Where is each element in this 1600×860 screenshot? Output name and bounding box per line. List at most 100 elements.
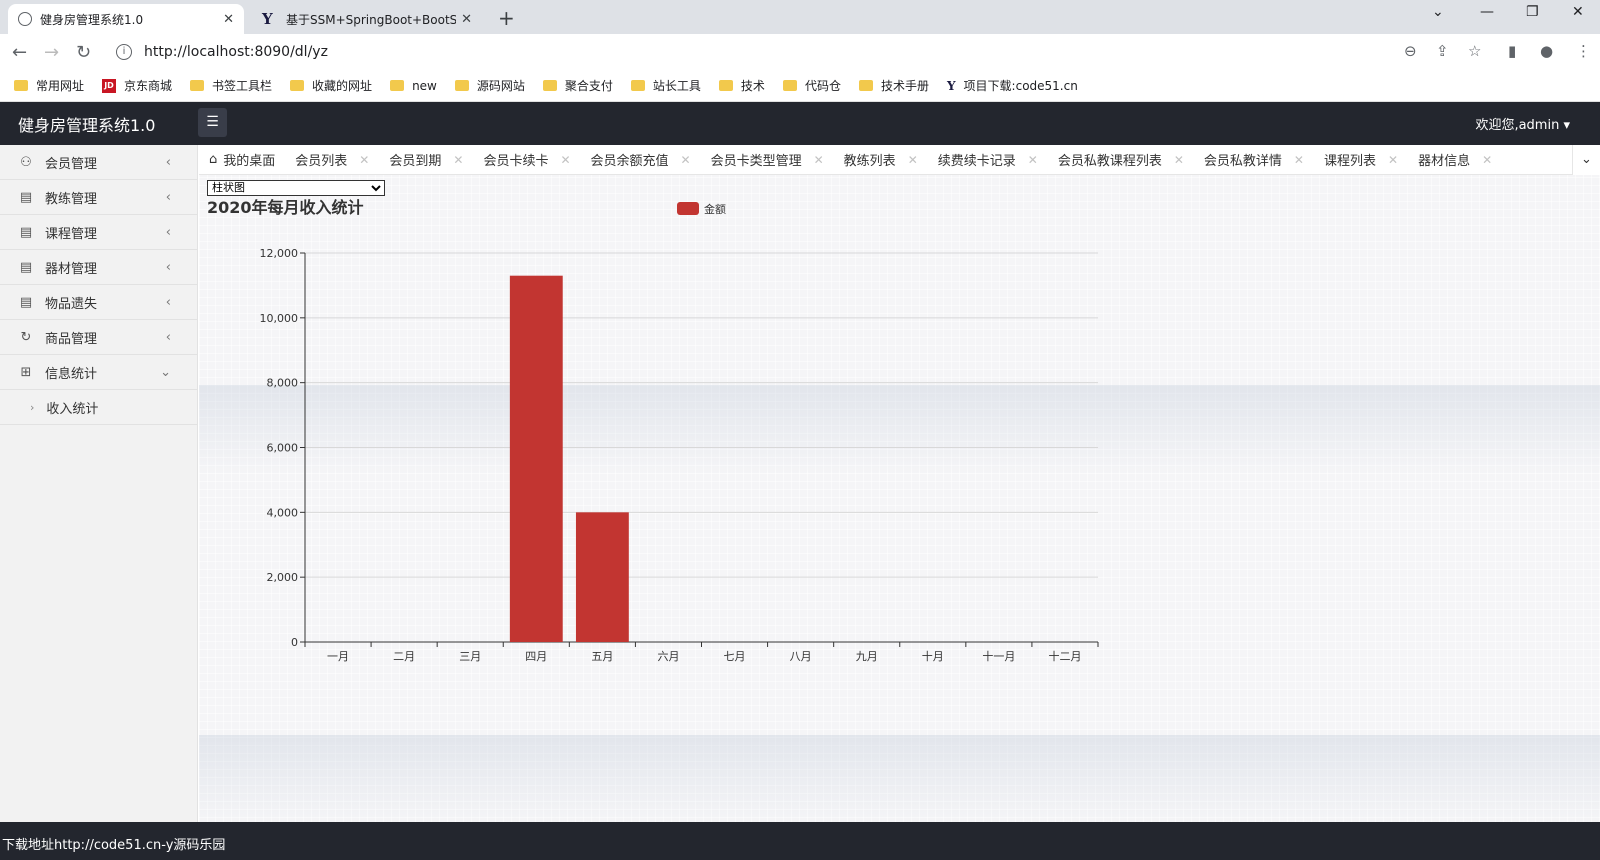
tab-label: 会员到期 [389, 154, 442, 169]
browser-tab-active[interactable]: 健身房管理系统1.0 ✕ [8, 4, 244, 34]
status-bar: 下载地址http://code51.cn-y源码乐园 [0, 822, 1600, 860]
user-icon: ⚇ [20, 154, 32, 170]
tab-member-list[interactable]: 会员列表 ✕ [285, 145, 379, 175]
tab-card-type[interactable]: 会员卡类型管理 ✕ [701, 145, 834, 175]
chart-type-select[interactable]: 柱状图 [207, 180, 385, 196]
bookmark-item[interactable]: new [390, 79, 437, 93]
new-tab-icon[interactable]: + [498, 6, 515, 30]
share-icon[interactable]: ⇪ [1436, 42, 1449, 60]
forward-icon[interactable]: → [44, 42, 59, 63]
bookmark-item[interactable]: 常用网址 [14, 77, 84, 94]
bookmark-item[interactable]: 代码仓 [782, 77, 841, 94]
tab-private-details[interactable]: 会员私教详情 ✕ [1194, 145, 1314, 175]
tab-course-list[interactable]: 课程列表 ✕ [1314, 145, 1408, 175]
folder-icon [454, 80, 469, 91]
browser-tab-title: 健身房管理系统1.0 [40, 12, 144, 27]
menu-toggle-icon[interactable]: ☰ [198, 108, 227, 137]
chevron-left-icon: ‹ [165, 329, 171, 345]
home-icon: ⌂ [209, 152, 218, 167]
sidebar-item-courses[interactable]: ▤ 课程管理 ‹ [0, 215, 197, 250]
user-menu[interactable]: 欢迎您,admin ▾ [1475, 114, 1570, 133]
tab-private-courses[interactable]: 会员私教课程列表 ✕ [1048, 145, 1194, 175]
close-icon[interactable]: ✕ [453, 153, 463, 167]
address-bar[interactable]: i http://localhost:8090/dl/yz [108, 38, 1368, 66]
bookmark-label: 书签工具栏 [212, 79, 273, 93]
x-tick-label: 四月 [525, 650, 547, 663]
close-icon[interactable]: ✕ [814, 153, 824, 167]
more-icon[interactable]: ⋮ [1576, 42, 1591, 60]
sidebar-item-equipment[interactable]: ▤ 器材管理 ‹ [0, 250, 197, 285]
legend-label: 金额 [704, 202, 726, 216]
sidebar-item-statistics[interactable]: ⊞ 信息统计 ⌄ [0, 355, 197, 390]
browser-tab-title: 基于SSM+SpringBoot+BootSt [286, 12, 456, 27]
close-icon[interactable]: ✕ [359, 153, 369, 167]
bookmark-item[interactable]: 技术 [718, 77, 765, 94]
close-icon[interactable]: ✕ [223, 12, 234, 27]
folder-icon [630, 80, 645, 91]
x-tick-label: 六月 [657, 650, 679, 663]
tab-label: 会员私教课程列表 [1057, 154, 1162, 169]
tab-label: 教练列表 [843, 154, 896, 169]
chevron-left-icon: ‹ [165, 189, 171, 205]
url-text: http://localhost:8090/dl/yz [144, 44, 328, 60]
close-icon[interactable]: ✕ [1294, 153, 1304, 167]
bookmark-label: 项目下载:code51.cn [963, 79, 1078, 93]
sidebar-item-lost-items[interactable]: ▤ 物品遗失 ‹ [0, 285, 197, 320]
footer-text: 下载地址http://code51.cn-y源码乐园 [2, 838, 226, 853]
restore-icon[interactable]: ❐ [1526, 4, 1539, 20]
close-icon[interactable]: ✕ [1028, 153, 1038, 167]
tab-member-expire[interactable]: 会员到期 ✕ [379, 145, 473, 175]
tab-label: 会员列表 [295, 154, 348, 169]
bookmark-item[interactable]: Y 项目下载:code51.cn [947, 77, 1078, 94]
bookmark-item[interactable]: 技术手册 [858, 77, 929, 94]
sidepanel-icon[interactable]: ▮ [1508, 42, 1516, 60]
y-logo-icon: Y [946, 78, 956, 93]
tab-equipment-info[interactable]: 器材信息 ✕ [1408, 145, 1502, 175]
tab-coach-list[interactable]: 教练列表 ✕ [834, 145, 928, 175]
y-tick-label: 10,000 [260, 312, 299, 325]
x-tick-label: 二月 [393, 650, 415, 663]
tab-renew-records[interactable]: 续费续卡记录 ✕ [928, 145, 1048, 175]
sidebar-item-coaches[interactable]: ▤ 教练管理 ‹ [0, 180, 197, 215]
close-icon[interactable]: ✕ [1482, 153, 1492, 167]
bookmark-item[interactable]: 聚合支付 [542, 77, 613, 94]
profile-icon[interactable]: ● [1540, 42, 1553, 60]
minimize-icon[interactable]: — [1480, 4, 1494, 20]
folder-icon [290, 80, 305, 91]
zoom-icon[interactable]: ⊖ [1404, 42, 1417, 60]
tab-desktop[interactable]: ⌂ 我的桌面 [199, 145, 285, 175]
sidebar-item-label: 器材管理 [45, 261, 98, 277]
close-icon[interactable]: ✕ [560, 153, 570, 167]
info-icon[interactable]: i [116, 44, 132, 60]
sidebar-item-members[interactable]: ⚇ 会员管理 ‹ [0, 145, 197, 180]
reload-icon[interactable]: ↻ [76, 42, 91, 63]
chevron-down-icon[interactable]: ⌄ [1432, 4, 1444, 20]
close-icon[interactable]: ✕ [681, 153, 691, 167]
tab-card-renew[interactable]: 会员卡续卡 ✕ [473, 145, 580, 175]
close-icon[interactable]: ✕ [1174, 153, 1184, 167]
browser-tab[interactable]: Y 基于SSM+SpringBoot+BootSt ✕ [252, 4, 482, 34]
window-close-icon[interactable]: ✕ [1572, 4, 1584, 20]
chevron-left-icon: ‹ [165, 294, 171, 310]
sidebar-item-label: 课程管理 [45, 226, 98, 242]
close-icon[interactable]: ✕ [908, 153, 918, 167]
page-tabs: ⌂ 我的桌面 会员列表 ✕ 会员到期 ✕ 会员卡续卡 ✕ 会员余额充值 ✕ 会员卡类型管理… [199, 145, 1600, 175]
bookmark-item[interactable]: 源码网站 [454, 77, 525, 94]
list-icon: ▤ [19, 189, 33, 205]
close-icon[interactable]: ✕ [1388, 153, 1398, 167]
bookmark-label: 源码网站 [476, 79, 525, 93]
bookmark-item[interactable]: JD 京东商城 [102, 77, 172, 94]
tabs-dropdown-icon[interactable]: ⌄ [1572, 145, 1600, 175]
back-icon[interactable]: ← [12, 42, 27, 63]
bookmark-item[interactable]: 站长工具 [630, 77, 701, 94]
tab-balance-recharge[interactable]: 会员余额充值 ✕ [581, 145, 701, 175]
star-icon[interactable]: ☆ [1468, 42, 1481, 60]
list-icon: ▤ [19, 224, 33, 240]
sidebar-item-label: 教练管理 [45, 191, 98, 207]
income-bar-chart: 2020年每月收入统计 金额 0 2,000 4,000 6,000 8,000 10,000… [207, 198, 1099, 663]
close-icon[interactable]: ✕ [461, 12, 472, 27]
sidebar-item-products[interactable]: ↻ 商品管理 ‹ [0, 320, 197, 355]
bookmark-item[interactable]: 收藏的网址 [290, 77, 372, 94]
sidebar-subitem-income[interactable]: › 收入统计 [0, 390, 197, 425]
bookmark-item[interactable]: 书签工具栏 [190, 77, 272, 94]
